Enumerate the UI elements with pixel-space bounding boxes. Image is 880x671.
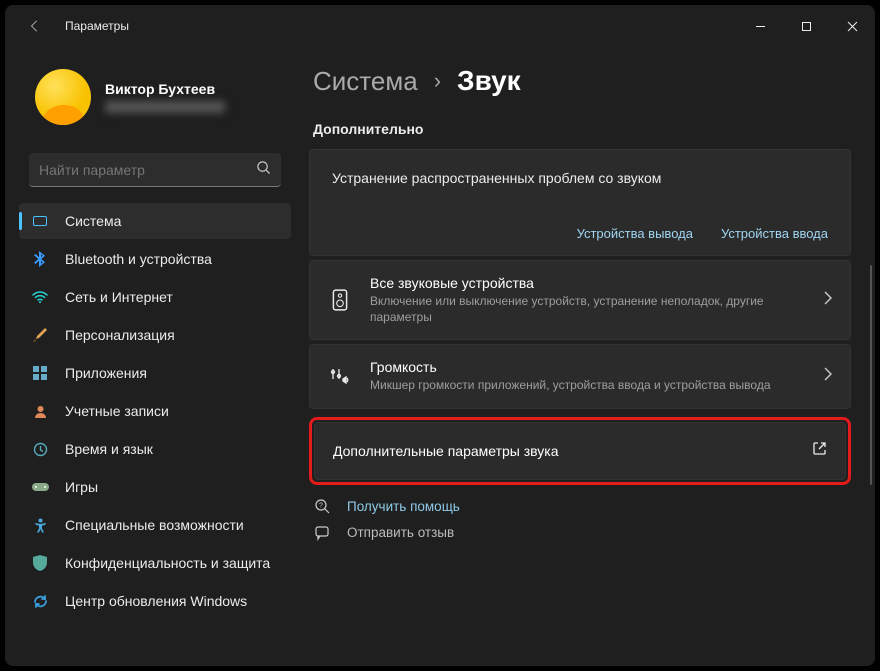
scrollbar[interactable] [870,265,872,485]
svg-text:?: ? [319,502,323,509]
sidebar-item-time-language[interactable]: Время и язык [19,431,291,467]
apps-icon [31,364,49,382]
titlebar: Параметры [5,5,875,47]
sidebar-item-label: Сеть и Интернет [65,289,173,305]
sidebar-item-label: Bluetooth и устройства [65,251,212,267]
account-name: Виктор Бухтеев [105,81,225,97]
bluetooth-icon [31,250,49,268]
troubleshoot-input-button[interactable]: Устройства ввода [721,226,828,241]
row-subtitle: Микшер громкости приложений, устройства … [370,377,806,393]
system-icon [31,212,49,230]
troubleshoot-card: Устранение распространенных проблем со з… [309,149,851,256]
troubleshoot-output-button[interactable]: Устройства вывода [577,226,693,241]
sidebar-item-personalization[interactable]: Персонализация [19,317,291,353]
feedback-icon [313,525,333,541]
settings-window: Параметры Виктор Бухтеев [5,5,875,666]
troubleshoot-title: Устранение распространенных проблем со з… [332,170,828,186]
open-external-icon [812,441,827,461]
get-help-link[interactable]: ? Получить помощь [313,499,851,515]
sidebar-item-bluetooth[interactable]: Bluetooth и устройства [19,241,291,277]
search-icon [256,160,271,180]
sidebar-item-label: Центр обновления Windows [65,593,247,609]
avatar [35,69,91,125]
sidebar-item-label: Специальные возможности [65,517,244,533]
link-label: Получить помощь [347,499,460,514]
speaker-icon [328,289,352,311]
section-heading: Дополнительно [313,121,851,137]
sidebar-item-accessibility[interactable]: Специальные возможности [19,507,291,543]
sidebar-item-label: Время и язык [65,441,153,457]
row-subtitle: Включение или выключение устройств, устр… [370,293,806,325]
window-title: Параметры [65,19,129,33]
link-label: Отправить отзыв [347,525,454,540]
all-devices-row[interactable]: Все звуковые устройства Включение или вы… [309,260,851,340]
gaming-icon [31,478,49,496]
advanced-sound-row[interactable]: Дополнительные параметры звука [314,422,846,480]
sidebar-item-network[interactable]: Сеть и Интернет [19,279,291,315]
feedback-link[interactable]: Отправить отзыв [313,525,851,541]
shield-icon [31,554,49,572]
sidebar-item-label: Конфиденциальность и защита [65,555,270,571]
accessibility-icon [31,516,49,534]
chevron-right-icon [824,291,832,310]
sidebar-item-privacy[interactable]: Конфиденциальность и защита [19,545,291,581]
row-title: Дополнительные параметры звука [333,443,794,459]
highlighted-box: Дополнительные параметры звука [309,417,851,485]
sidebar-item-system[interactable]: Система [19,203,291,239]
search-box[interactable] [29,153,281,187]
search-input[interactable] [39,162,256,178]
close-button[interactable] [829,5,875,47]
maximize-button[interactable] [783,5,829,47]
clock-icon [31,440,49,458]
main-content: Система › Звук Дополнительно Устранение … [305,47,875,666]
account-block[interactable]: Виктор Бухтеев [11,55,299,145]
sidebar: Виктор Бухтеев Система [5,47,305,666]
sidebar-item-label: Учетные записи [65,403,169,419]
sidebar-item-gaming[interactable]: Игры [19,469,291,505]
sidebar-item-windows-update[interactable]: Центр обновления Windows [19,583,291,619]
footer-links: ? Получить помощь Отправить отзыв [313,499,851,541]
wifi-icon [31,288,49,306]
account-email-blurred [105,101,225,113]
chevron-right-icon [824,367,832,386]
breadcrumb-current: Звук [457,65,521,97]
accounts-icon [31,402,49,420]
mixer-icon [328,368,352,384]
sidebar-item-label: Система [65,213,121,229]
volume-row[interactable]: Громкость Микшер громкости приложений, у… [309,344,851,408]
back-button[interactable] [17,8,53,44]
breadcrumb-parent[interactable]: Система [313,66,418,97]
minimize-button[interactable] [737,5,783,47]
chevron-right-icon: › [434,68,441,94]
sidebar-item-label: Игры [65,479,98,495]
row-title: Все звуковые устройства [370,275,806,291]
sidebar-item-label: Приложения [65,365,147,381]
sidebar-item-apps[interactable]: Приложения [19,355,291,391]
breadcrumb: Система › Звук [313,65,851,97]
update-icon [31,592,49,610]
nav-list: Система Bluetooth и устройства Сеть и Ин… [11,203,299,619]
row-title: Громкость [370,359,806,375]
help-icon: ? [313,499,333,515]
brush-icon [31,326,49,344]
sidebar-item-label: Персонализация [65,327,175,343]
sidebar-item-accounts[interactable]: Учетные записи [19,393,291,429]
